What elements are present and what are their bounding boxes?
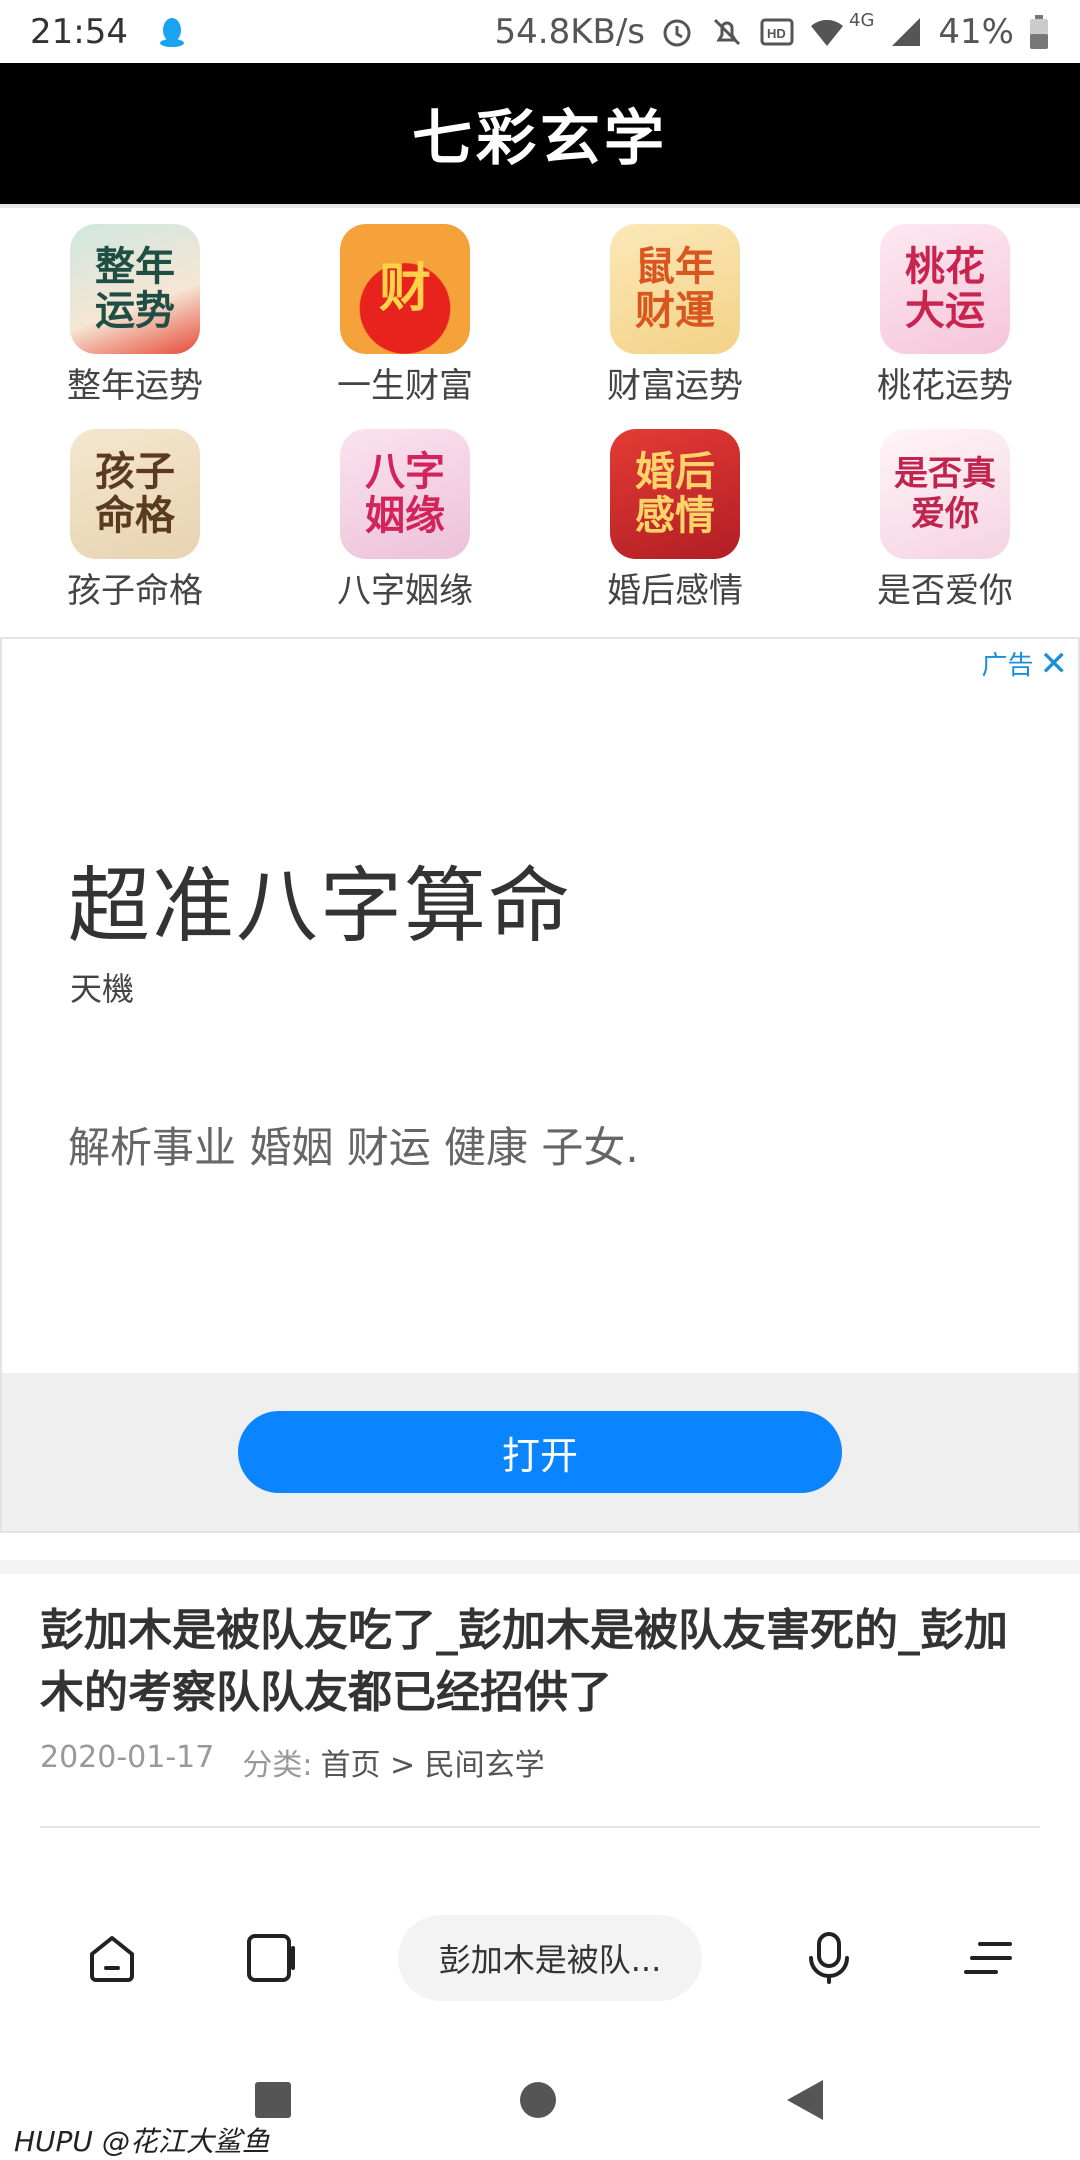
breadcrumb[interactable]: 首页 > 民间玄学	[320, 1740, 544, 1784]
grid-item-love-check[interactable]: 是否真爱你 是否爱你	[810, 429, 1080, 634]
category-prefix: 分类:	[242, 1748, 313, 1783]
network-type: 4G	[849, 10, 875, 31]
grid-item-lifetime-wealth[interactable]: 财 一生财富	[270, 224, 540, 429]
status-bar: 21:54 54.8KB/s HD 4G 41%	[0, 0, 1080, 63]
home-nav-icon[interactable]	[518, 2080, 558, 2120]
network-speed: 54.8KB/s	[494, 11, 646, 52]
page-title: 七彩玄学	[412, 104, 668, 174]
wifi-icon	[811, 19, 844, 46]
ad-brand: 天機	[70, 970, 135, 1008]
ad-badge[interactable]: 广告 ✕	[981, 645, 1068, 682]
divider	[40, 1826, 1040, 1828]
menu-icon	[964, 1941, 1012, 1974]
grid-item-label: 婚后感情	[607, 571, 743, 611]
peach-blossom-icon: 桃花大运	[880, 224, 1010, 354]
watermark: HUPU @花江大鲨鱼	[14, 2125, 270, 2158]
back-icon[interactable]	[783, 2078, 827, 2122]
qq-notification-icon	[159, 17, 184, 47]
grid-item-label: 孩子命格	[67, 571, 203, 611]
grid-item-label: 整年运势	[67, 366, 203, 406]
grid-item-label: 八字姻缘	[337, 571, 473, 611]
battery-icon	[1030, 14, 1048, 49]
ad-label: 广告	[981, 651, 1034, 681]
close-icon[interactable]: ✕	[1040, 647, 1069, 681]
home-icon	[90, 1935, 134, 1982]
feature-grid: 整年运势 整年运势 财 一生财富 鼠年财運 财富运势 桃花大运 桃花运势 孩子命…	[0, 212, 1080, 637]
battery-percent: 41%	[938, 11, 1014, 52]
grid-item-label: 一生财富	[337, 366, 473, 406]
ad-title: 超准八字算命	[68, 859, 573, 954]
recents-icon[interactable]	[253, 2080, 293, 2120]
voice-search-button[interactable]	[797, 1926, 861, 1990]
bazi-marriage-icon: 八字姻缘	[340, 429, 470, 559]
grid-item-yearly-fortune[interactable]: 整年运势 整年运势	[0, 224, 270, 429]
grid-item-peach-blossom[interactable]: 桃花大运 桃花运势	[810, 224, 1080, 429]
article-meta: 2020-01-17 分类: 首页 > 民间玄学	[40, 1740, 545, 1784]
grid-item-child-destiny[interactable]: 孩子命格 孩子命格	[0, 429, 270, 634]
alarm-icon	[663, 19, 691, 46]
app-header: 七彩玄学	[0, 63, 1080, 208]
grid-item-label: 是否爱你	[877, 571, 1013, 611]
ad-footer: 打开	[2, 1373, 1078, 1531]
grid-item-post-marriage[interactable]: 婚后感情 婚后感情	[540, 429, 810, 634]
browser-toolbar: 彭加木是被队...	[0, 1875, 1080, 2040]
signal-icon	[892, 17, 921, 46]
article-date: 2020-01-17	[40, 1740, 215, 1775]
mute-icon	[713, 18, 741, 45]
grid-item-label: 财富运势	[607, 366, 743, 406]
love-check-icon: 是否真爱你	[880, 429, 1010, 559]
microphone-icon	[809, 1931, 849, 1984]
section-divider	[0, 1560, 1080, 1574]
screen: { "status_bar": { "time": "21:54", "net_…	[0, 0, 1080, 2160]
address-bar[interactable]: 彭加木是被队...	[398, 1914, 702, 2001]
child-destiny-icon: 孩子命格	[70, 429, 200, 559]
grid-item-bazi-marriage[interactable]: 八字姻缘 八字姻缘	[270, 429, 540, 634]
tabs-icon	[247, 1933, 295, 1982]
hd-icon: HD	[760, 18, 794, 45]
ad-description: 解析事业 婚姻 财运 健康 子女.	[68, 1123, 639, 1172]
post-marriage-icon: 婚后感情	[610, 429, 740, 559]
tabs-button[interactable]	[239, 1926, 303, 1990]
menu-button[interactable]	[956, 1926, 1020, 1990]
grid-item-wealth-fortune[interactable]: 鼠年财運 财富运势	[540, 224, 810, 429]
wealth-fortune-icon: 鼠年财運	[610, 224, 740, 354]
grid-item-label: 桃花运势	[877, 366, 1013, 406]
svg-text:HD: HD	[767, 26, 786, 41]
yearly-fortune-icon: 整年运势	[70, 224, 200, 354]
article-title[interactable]: 彭加木是被队友吃了_彭加木是被队友害死的_彭加木的考察队队友都已经招供了	[40, 1600, 1040, 1724]
ad-card[interactable]: 广告 ✕ 超准八字算命 天機 解析事业 婚姻 财运 健康 子女. 打开	[0, 637, 1080, 1533]
home-button[interactable]	[80, 1926, 144, 1990]
open-button[interactable]: 打开	[238, 1411, 842, 1493]
money-bag-icon: 财	[340, 224, 470, 354]
status-time: 21:54	[30, 11, 128, 52]
